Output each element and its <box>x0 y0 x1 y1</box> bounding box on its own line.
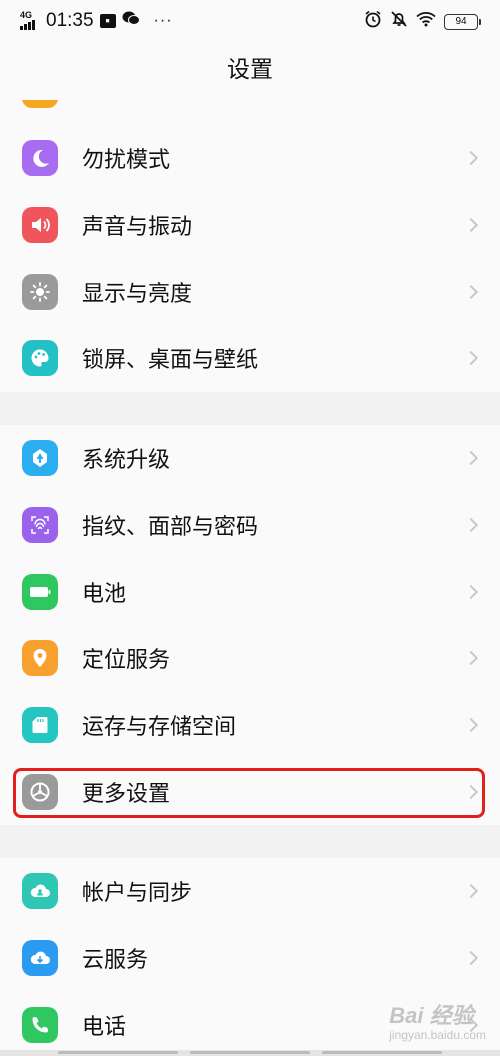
watermark-brand: Bai 经验 <box>389 1003 474 1028</box>
list-item-do-not-disturb[interactable]: 勿扰模式 <box>0 125 500 192</box>
watermark-url: jingyan.baidu.com <box>389 1028 486 1042</box>
list-item-partial[interactable] <box>0 100 500 125</box>
list-item-more-settings[interactable]: 更多设置 <box>0 758 500 825</box>
list-item-label: 运存与存储空间 <box>82 715 237 741</box>
battery-icon <box>22 573 58 610</box>
list-item-label: 电池 <box>82 581 127 607</box>
list-item-cloud-service[interactable]: 云服务 <box>0 925 500 992</box>
header: 设置 <box>0 40 500 100</box>
cloud-account-icon <box>22 873 58 910</box>
cloud-service-icon <box>22 940 58 977</box>
cellular-signal-icon: 4G <box>20 11 38 31</box>
list-item-label: 电话 <box>82 1014 127 1040</box>
list-item-storage[interactable]: 运存与存储空间 <box>0 692 500 759</box>
list-item-label: 更多设置 <box>82 781 171 807</box>
list-item-system-upgrade[interactable]: 系统升级 <box>0 425 500 492</box>
wechat-icon <box>122 10 140 32</box>
palette-icon <box>22 340 58 377</box>
chevron-right-icon <box>463 351 479 366</box>
list-item-label: 声音与振动 <box>82 215 193 241</box>
settings-group-1: 勿扰模式 声音与振动 显示与亮度 锁屏、桌面与壁纸 <box>0 125 500 392</box>
status-bar: 4G 01:35 ◼ ··· 94 <box>0 0 500 40</box>
status-time: 01:35 <box>46 10 94 31</box>
list-item-account-sync[interactable]: 帐户与同步 <box>0 858 500 925</box>
chevron-right-icon <box>463 884 479 899</box>
phone-icon <box>22 1006 58 1043</box>
upgrade-icon <box>22 440 58 477</box>
chevron-right-icon <box>463 950 479 966</box>
chevron-right-icon <box>463 651 479 666</box>
brightness-icon <box>22 273 58 310</box>
chevron-right-icon <box>463 284 479 299</box>
list-item-label: 显示与亮度 <box>82 281 193 307</box>
chevron-right-icon <box>463 151 479 166</box>
moon-icon <box>22 140 58 177</box>
chevron-right-icon <box>463 584 479 599</box>
chevron-right-icon <box>463 784 479 799</box>
mute-notification-icon <box>390 10 408 34</box>
list-item-label: 定位服务 <box>82 648 171 674</box>
fingerprint-icon <box>22 507 58 544</box>
chevron-right-icon <box>463 451 479 466</box>
chevron-right-icon <box>463 517 479 533</box>
list-item-fingerprint[interactable]: 指纹、面部与密码 <box>0 492 500 559</box>
baidu-watermark-logo: Bai 经验 jingyan.baidu.com <box>389 998 486 1042</box>
partial-item-icon <box>22 100 58 108</box>
battery-indicator: 94 <box>444 14 481 30</box>
location-icon <box>22 640 58 677</box>
app-notification-icon: ◼ <box>99 14 116 28</box>
nav-segment <box>58 1051 178 1054</box>
list-item-display[interactable]: 显示与亮度 <box>0 258 500 325</box>
list-item-battery[interactable]: 电池 <box>0 558 500 625</box>
settings-group-2: 系统升级 指纹、面部与密码 电池 定位服务 运存与存储空间 更多设置 <box>0 425 500 826</box>
list-item-label: 帐户与同步 <box>82 881 193 907</box>
chevron-right-icon <box>463 718 479 733</box>
overflow-dots: ··· <box>153 12 173 29</box>
gear-icon <box>22 773 58 810</box>
list-item-sound[interactable]: 声音与振动 <box>0 192 500 259</box>
alarm-icon <box>364 10 382 34</box>
page-title: 设置 <box>227 57 273 83</box>
sdcard-icon <box>22 707 58 744</box>
list-item-label: 指纹、面部与密码 <box>82 515 259 541</box>
nav-segment <box>190 1051 310 1054</box>
speaker-icon <box>22 207 58 244</box>
wifi-icon <box>416 11 436 33</box>
list-item-location[interactable]: 定位服务 <box>0 625 500 692</box>
chevron-right-icon <box>463 217 479 233</box>
nav-segment <box>322 1051 442 1054</box>
list-item-label: 云服务 <box>82 948 149 974</box>
list-item-label: 系统升级 <box>82 448 171 474</box>
bottom-nav-bar <box>0 1050 500 1056</box>
list-item-wallpaper[interactable]: 锁屏、桌面与壁纸 <box>0 325 500 392</box>
list-item-label: 锁屏、桌面与壁纸 <box>82 348 259 374</box>
list-item-label: 勿扰模式 <box>82 148 171 174</box>
